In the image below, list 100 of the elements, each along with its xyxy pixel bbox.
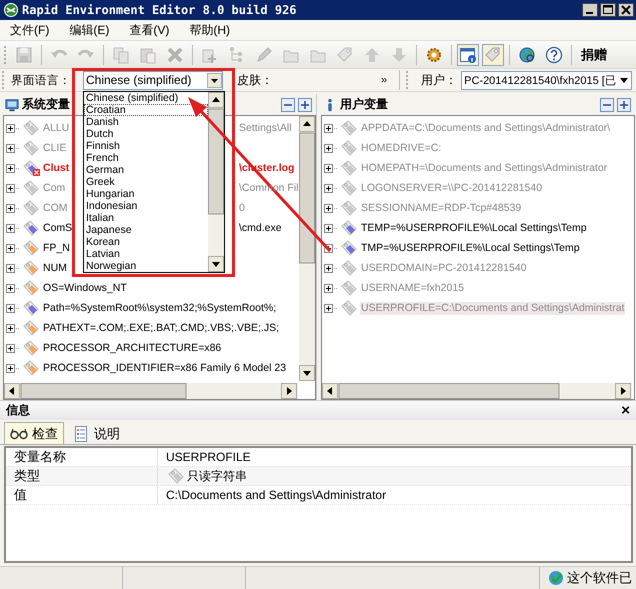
pane-title: 用户变量 xyxy=(340,96,388,113)
variable-entry[interactable]: PROCESSOR_ARCHITECTURE=x86 xyxy=(42,342,222,354)
expand-icon[interactable] xyxy=(617,98,631,112)
expand-icon[interactable] xyxy=(6,264,21,272)
variable-entry[interactable]: ComS xyxy=(42,222,74,234)
table-cell: 只读字符串 xyxy=(187,468,247,484)
expand-icon[interactable] xyxy=(324,264,339,272)
dropdown-option[interactable]: Norwegian xyxy=(84,260,208,272)
table-cell: 类型 xyxy=(6,467,158,485)
variable-entry[interactable]: PATHEXT=.COM;.EXE;.BAT;.CMD;.VBS;.VBE;.JS; xyxy=(42,322,280,334)
tag-icon xyxy=(22,239,40,257)
app-logo-icon xyxy=(4,3,18,17)
expand-icon[interactable] xyxy=(6,304,21,312)
help-icon[interactable] xyxy=(545,46,563,64)
expand-icon[interactable] xyxy=(6,124,21,132)
gear-icon[interactable] xyxy=(425,46,443,64)
dropdown-option[interactable]: Korean xyxy=(84,236,208,248)
tag-icon xyxy=(22,279,40,297)
variable-entry[interactable]: \cmd.exe xyxy=(238,222,283,234)
menu-item[interactable]: 编辑(E) xyxy=(69,22,110,38)
error-tag-icon xyxy=(22,159,40,177)
expand-icon[interactable] xyxy=(324,164,339,172)
variable-entry[interactable]: OS=Windows_NT xyxy=(42,282,128,294)
close-button[interactable]: × xyxy=(621,402,630,419)
dropdown-option[interactable]: Latvian xyxy=(84,248,208,260)
overflow-button[interactable]: » xyxy=(381,74,388,86)
tab[interactable]: 说明 xyxy=(66,422,126,444)
dropdown-option[interactable]: Indonesian xyxy=(84,200,208,212)
dropdown-option[interactable]: Greek xyxy=(84,176,208,188)
tag-icon xyxy=(340,159,358,177)
expand-icon[interactable] xyxy=(6,364,21,372)
dropdown-option[interactable]: Japanese xyxy=(84,224,208,236)
variable-entry[interactable]: NUM xyxy=(42,262,68,274)
dropdown-option[interactable]: Chinese (simplified) xyxy=(84,92,208,104)
minimize-icon[interactable] xyxy=(582,3,598,17)
vertical-scrollbar[interactable] xyxy=(208,92,224,272)
table-cell: C:\Documents and Settings\Administrator xyxy=(166,488,386,502)
variable-entry[interactable]: FP_N xyxy=(42,242,71,254)
globe-check-icon xyxy=(548,570,564,586)
tag-icon xyxy=(22,219,40,237)
expand-icon[interactable] xyxy=(324,124,339,132)
vertical-scrollbar[interactable] xyxy=(299,116,315,381)
skin-label: 皮肤： xyxy=(236,72,274,88)
expand-icon[interactable] xyxy=(6,284,21,292)
expand-icon[interactable] xyxy=(6,184,21,192)
expand-icon[interactable] xyxy=(324,184,339,192)
variable-entry[interactable]: Clust xyxy=(42,162,70,174)
dropdown-option[interactable]: Italian xyxy=(84,212,208,224)
dropdown-option[interactable]: Croatian xyxy=(84,104,208,116)
dropdown-option[interactable]: Hungarian xyxy=(84,188,208,200)
collapse-icon[interactable] xyxy=(281,98,295,112)
tag-icon xyxy=(22,359,40,377)
tag-icon xyxy=(340,119,358,137)
menu-item[interactable]: 文件(F) xyxy=(10,22,50,38)
variable-entry[interactable]: TEMP=%USERPROFILE%\Local Settings\Temp xyxy=(360,222,588,234)
pane-title: 系统变量 xyxy=(22,96,70,113)
window-title: Rapid Environment Editor 8.0 build 926 xyxy=(22,3,298,17)
tag-icon xyxy=(340,299,358,317)
tag-icon xyxy=(340,179,358,197)
horizontal-scrollbar[interactable] xyxy=(322,383,632,399)
user-dropdown[interactable]: PC-201412281540\fxh2015 [已 xyxy=(461,70,632,90)
language-label: 界面语言： xyxy=(11,73,71,88)
expand-icon[interactable] xyxy=(6,324,21,332)
donate-button[interactable]: 捐赠 xyxy=(577,44,611,66)
tag-icon xyxy=(22,259,40,277)
expand-icon[interactable] xyxy=(6,244,21,252)
tag-icon xyxy=(22,299,40,317)
expand-icon[interactable] xyxy=(324,304,339,312)
expand-icon[interactable] xyxy=(324,284,339,292)
panel-title: 信息 xyxy=(6,402,31,419)
variable-entry[interactable]: PROCESSOR_IDENTIFIER=x86 Family 6 Model 23 xyxy=(42,362,288,374)
variable-entry[interactable]: Path=%SystemRoot%\system32;%SystemRoot%; xyxy=(42,302,278,314)
tag-icon xyxy=(22,339,40,357)
dropdown-option[interactable]: German xyxy=(84,164,208,176)
dropdown-option[interactable]: Finnish xyxy=(84,140,208,152)
maximize-icon[interactable] xyxy=(600,3,616,17)
expand-icon[interactable] xyxy=(6,204,21,212)
variable-entry[interactable]: TMP=%USERPROFILE%\Local Settings\Temp xyxy=(360,242,581,254)
language-dropdown[interactable]: Chinese (simplified) xyxy=(83,70,223,90)
expand-icon[interactable] xyxy=(324,144,339,152)
menu-item[interactable]: 帮助(H) xyxy=(189,22,230,38)
dropdown-option[interactable]: Danish xyxy=(84,116,208,128)
expand-icon[interactable] xyxy=(324,244,339,252)
dropdown-option[interactable]: Dutch xyxy=(84,128,208,140)
menu-item[interactable]: 查看(V) xyxy=(129,22,170,38)
horizontal-scrollbar[interactable] xyxy=(4,383,298,399)
close-icon[interactable] xyxy=(618,3,634,17)
expand-icon[interactable] xyxy=(6,344,21,352)
expand-icon[interactable] xyxy=(6,224,21,232)
globe-icon[interactable] xyxy=(518,46,536,64)
expand-icon[interactable] xyxy=(6,144,21,152)
tab[interactable]: 检查 xyxy=(4,422,64,444)
dropdown-option[interactable]: French xyxy=(84,152,208,164)
expand-icon[interactable] xyxy=(324,204,339,212)
expand-icon[interactable] xyxy=(324,224,339,232)
collapse-icon[interactable] xyxy=(600,98,614,112)
dropdown-arrow-icon xyxy=(620,78,628,82)
expand-icon[interactable] xyxy=(6,164,21,172)
table-cell: 值 xyxy=(6,486,158,504)
expand-icon[interactable] xyxy=(298,98,312,112)
